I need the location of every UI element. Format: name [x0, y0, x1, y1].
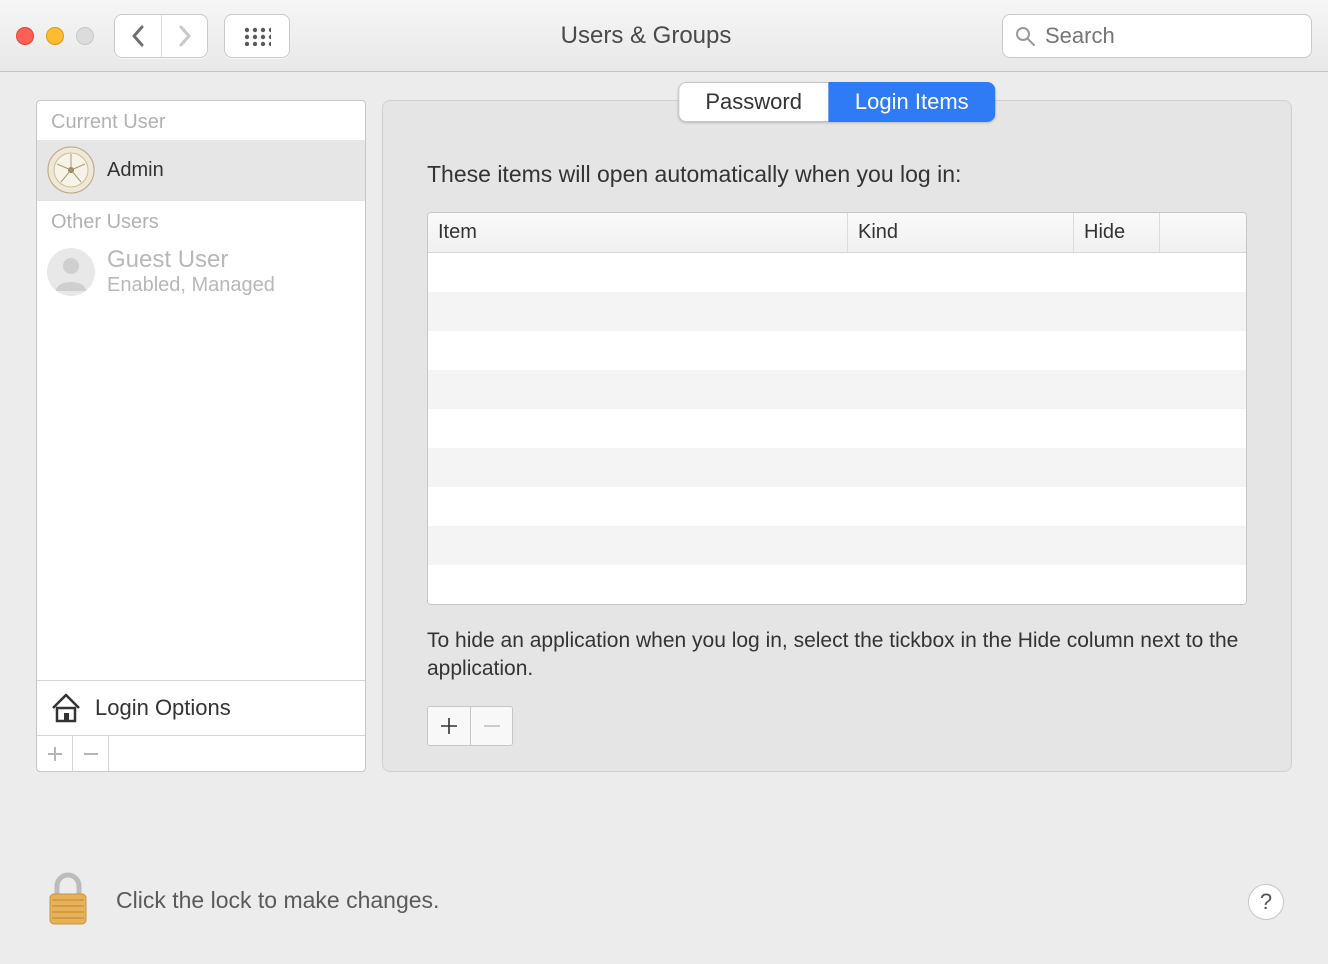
current-user-header: Current User [37, 101, 365, 140]
table-body [428, 253, 1246, 604]
window-title: Users & Groups [290, 22, 1002, 50]
avatar [47, 146, 95, 194]
guest-user-name: Guest User [107, 246, 275, 274]
sidebar-footer [37, 735, 365, 771]
login-options-row[interactable]: Login Options [37, 680, 365, 735]
plus-icon [47, 746, 63, 762]
nav-buttons [114, 14, 208, 58]
remove-user-button[interactable] [73, 736, 109, 771]
content: Current User Admin Other Users [0, 72, 1328, 772]
table-header: Item Kind Hide [428, 213, 1246, 253]
login-options-label: Login Options [95, 695, 231, 721]
table-row[interactable] [428, 331, 1246, 370]
other-users-header: Other Users [37, 200, 365, 240]
add-remove-items [427, 706, 513, 746]
main-panel: Password Login Items These items will op… [382, 100, 1292, 772]
chevron-right-icon [178, 25, 192, 47]
users-sidebar: Current User Admin Other Users [36, 100, 366, 772]
chevron-left-icon [131, 25, 145, 47]
zoom-window-button[interactable] [76, 27, 94, 45]
table-row[interactable] [428, 409, 1246, 448]
remove-item-button[interactable] [470, 707, 512, 745]
search-field[interactable] [1002, 14, 1312, 58]
lock-bar: Click the lock to make changes. [46, 872, 439, 928]
login-items-table: Item Kind Hide [427, 212, 1247, 605]
titlebar: Users & Groups [0, 0, 1328, 72]
user-text: Guest User Enabled, Managed [107, 246, 275, 297]
minus-icon [83, 746, 99, 762]
back-button[interactable] [115, 15, 161, 57]
table-row[interactable] [428, 448, 1246, 487]
column-kind[interactable]: Kind [848, 213, 1074, 252]
column-hide[interactable]: Hide [1074, 213, 1160, 252]
search-icon [1015, 26, 1035, 46]
lock-hint: Click the lock to make changes. [116, 887, 439, 914]
panel-body: These items will open automatically when… [383, 101, 1291, 776]
table-row[interactable] [428, 292, 1246, 331]
table-row[interactable] [428, 370, 1246, 409]
table-row[interactable] [428, 487, 1246, 526]
search-input[interactable] [1045, 23, 1299, 49]
help-button[interactable]: ? [1248, 884, 1284, 920]
close-window-button[interactable] [16, 27, 34, 45]
person-icon [52, 253, 90, 291]
guest-user-row[interactable]: Guest User Enabled, Managed [37, 240, 365, 303]
tab-control: Password Login Items [678, 82, 995, 122]
add-item-button[interactable] [428, 707, 470, 745]
tab-password[interactable]: Password [678, 82, 828, 122]
minimize-window-button[interactable] [46, 27, 64, 45]
minus-icon [483, 717, 501, 735]
table-row[interactable] [428, 526, 1246, 565]
table-row[interactable] [428, 253, 1246, 292]
house-icon [49, 691, 83, 725]
add-user-button[interactable] [37, 736, 73, 771]
plus-icon [440, 717, 458, 735]
avatar-icon [47, 146, 95, 194]
question-icon: ? [1260, 889, 1272, 915]
user-text: Admin [107, 159, 164, 182]
hide-hint: To hide an application when you log in, … [427, 627, 1247, 684]
show-all-button[interactable] [224, 14, 290, 58]
tab-login-items[interactable]: Login Items [828, 82, 996, 122]
column-spacer [1160, 213, 1246, 252]
forward-button[interactable] [161, 15, 207, 57]
grid-icon [243, 26, 271, 46]
guest-user-status: Enabled, Managed [107, 274, 275, 297]
avatar [47, 248, 95, 296]
login-items-intro: These items will open automatically when… [427, 161, 1247, 188]
window-controls [16, 27, 94, 45]
table-row[interactable] [428, 565, 1246, 604]
current-user-row[interactable]: Admin [37, 140, 365, 200]
user-role: Admin [107, 159, 164, 182]
lock-icon[interactable] [46, 872, 90, 928]
column-item[interactable]: Item [428, 213, 848, 252]
